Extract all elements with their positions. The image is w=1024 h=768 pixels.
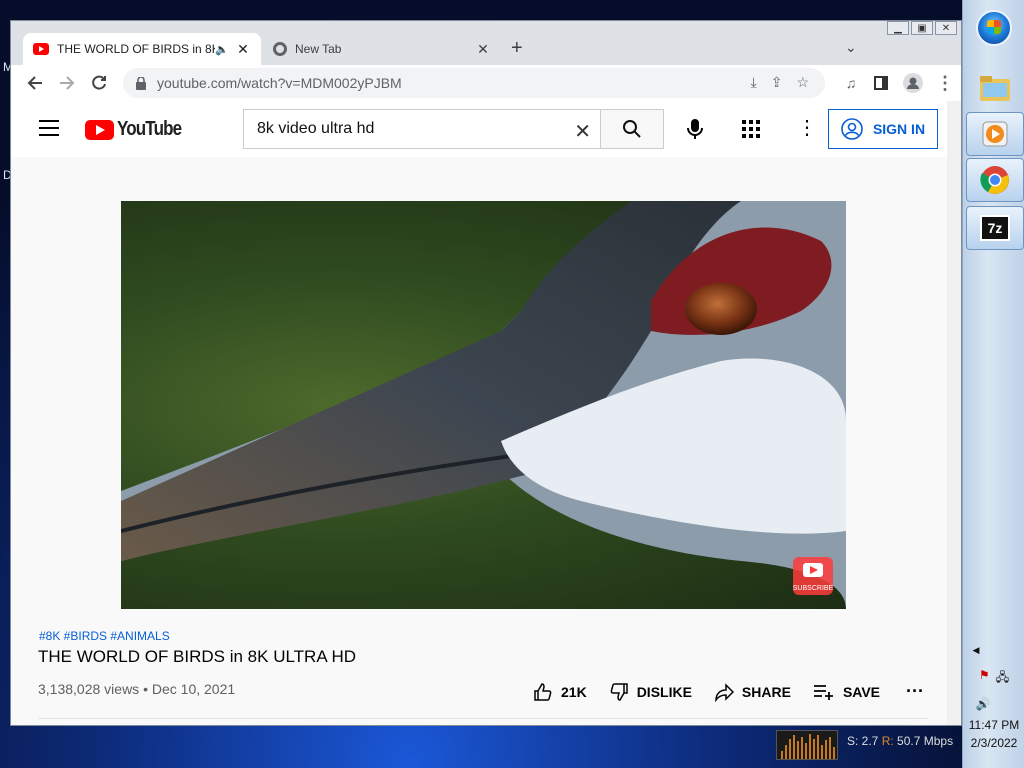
profile-icon[interactable] [901,71,925,95]
tab-search-chevron-icon[interactable]: ⌄ [845,39,857,56]
share-label: SHARE [741,683,791,700]
thumbs-up-icon [534,682,552,701]
tray-expand-icon[interactable]: ◀ [963,645,989,656]
search-query: 8k video ultra hd [257,120,375,137]
taskbar-media-player[interactable] [966,112,1024,156]
video-actions: 21K DISLIKE SHARE SAVE ··· [533,681,924,702]
clear-search-icon[interactable]: ✕ [574,119,591,144]
video-title: THE WORLD OF BIRDS in 8K ULTRA HD [38,647,357,666]
youtube-logo-text: YouTube [117,118,182,140]
side-panel-icon[interactable] [869,71,893,95]
share-arrow-icon [715,682,734,702]
page-scrollbar[interactable] [947,101,961,725]
network-icon[interactable]: 🖧 [996,668,1009,689]
clock-date: 2/3/2022 [970,736,1018,750]
save-label: SAVE [842,683,881,700]
voice-search-button[interactable] [681,115,709,143]
start-button[interactable] [976,10,1012,46]
tab-youtube[interactable]: THE WORLD OF BIRDS in 8K ULTRA HD 🔈 ✕ [23,33,261,65]
browser-window: ▁ ▣ ✕ THE WORLD OF BIRDS in 8K ULTRA HD … [10,20,962,726]
volume-icon[interactable]: 🔊 [963,697,1003,711]
subscribe-watermark-text: SUBSCRIBE [793,585,834,592]
search-button[interactable] [600,109,664,149]
youtube-header: YouTube 8k video ultra hd ✕ ⋮ SIGN IN [11,101,947,157]
upload-date: Dec 10, 2021 [151,681,236,697]
meta-separator: • [143,681,152,697]
search-icon [623,120,641,138]
youtube-logo[interactable]: YouTube [85,118,193,141]
tab-new-tab[interactable]: New Tab ✕ [263,33,501,65]
video-meta: 3,138,028 views • Dec 10, 2021 [38,681,235,697]
settings-more-icon[interactable]: ⋮ [797,115,817,140]
tab-close-icon[interactable]: ✕ [235,41,251,58]
tab-title: THE WORLD OF BIRDS in 8K ULTRA HD [57,42,215,56]
like-count: 21K [561,683,587,700]
address-bar[interactable]: youtube.com/watch?v=MDM002yPJBM ⤓ ⇪ ☆ [123,68,825,98]
account-icon [841,118,863,140]
clock-time: 11:47 PM [968,718,1020,732]
net-recv-value: 50.7 Mbps [897,734,954,748]
tab-close-icon[interactable]: ✕ [475,41,491,58]
clock[interactable]: 11:47 PM 2/3/2022 [963,716,1024,752]
system-tray: ◀ ⚑ 🖧 🔊 [963,645,1024,711]
tab-strip: THE WORLD OF BIRDS in 8K ULTRA HD 🔈 ✕ Ne… [11,29,961,65]
youtube-play-icon [85,119,114,140]
install-app-icon[interactable]: ⤓ [751,74,757,91]
browser-toolbar: youtube.com/watch?v=MDM002yPJBM ⤓ ⇪ ☆ ♫ … [11,65,961,101]
reload-icon [92,75,106,90]
network-graph [776,730,838,760]
url-text: youtube.com/watch?v=MDM002yPJBM [157,75,402,91]
taskbar: 7z ◀ ⚑ 🖧 🔊 11:47 PM 2/3/2022 [962,0,1024,768]
net-send-value: S: 2.7 [847,734,879,748]
tab-title: New Tab [295,42,342,56]
youtube-page: YouTube 8k video ultra hd ✕ ⋮ SIGN IN SU… [11,101,961,725]
video-player[interactable]: SUBSCRIBE [121,201,846,609]
forward-button[interactable] [55,71,79,95]
lock-icon[interactable] [135,76,147,90]
thumbs-down-icon [610,682,628,701]
youtube-favicon-icon [33,43,49,55]
windows-logo-icon [987,20,1001,34]
media-control-icon[interactable]: ♫ [839,71,863,95]
share-icon[interactable]: ⇪ [771,74,783,91]
subscribe-watermark[interactable]: SUBSCRIBE [793,557,834,595]
taskbar-explorer[interactable] [966,66,1024,110]
video-hashtags[interactable]: #8K #BIRDS #ANIMALS [39,629,170,643]
like-button[interactable]: 21K [533,682,587,702]
dislike-label: DISLIKE [636,683,692,700]
search-input[interactable]: 8k video ultra hd ✕ [243,109,601,149]
apps-grid-icon[interactable] [742,120,760,143]
back-arrow-icon [27,76,42,90]
view-count: 3,138,028 views [38,681,140,697]
dislike-button[interactable]: DISLIKE [609,682,692,702]
action-center-flag-icon[interactable]: ⚑ [979,668,990,689]
forward-arrow-icon [60,76,75,90]
chrome-icon [980,166,1009,194]
folder-icon [980,76,1010,101]
chrome-favicon-icon [273,42,287,56]
media-player-icon [982,121,1008,147]
add-to-playlist-icon [813,684,833,700]
sign-in-button[interactable]: SIGN IN [828,109,938,149]
back-button[interactable] [23,71,47,95]
share-button[interactable]: SHARE [714,682,791,702]
audio-playing-icon[interactable]: 🔈 [215,43,229,56]
browser-menu-icon[interactable]: ⋮ [933,71,957,95]
net-recv-label: R: [881,734,894,748]
network-meter: S: 2.7 R: 50.7 Mbps [776,726,962,768]
save-button[interactable]: SAVE [813,683,880,701]
sign-in-label: SIGN IN [872,121,926,137]
more-actions-icon[interactable]: ··· [906,681,924,702]
7zip-icon: 7z [980,215,1010,241]
bookmark-star-icon[interactable]: ☆ [796,74,809,91]
hamburger-menu-icon[interactable] [39,120,59,136]
taskbar-chrome[interactable] [966,158,1024,202]
video-frame-bird: SUBSCRIBE [121,201,846,609]
microphone-icon [687,119,703,139]
divider [38,718,928,719]
taskbar-7zip[interactable]: 7z [966,206,1024,250]
reload-button[interactable] [87,71,111,95]
new-tab-button[interactable]: + [511,37,523,60]
